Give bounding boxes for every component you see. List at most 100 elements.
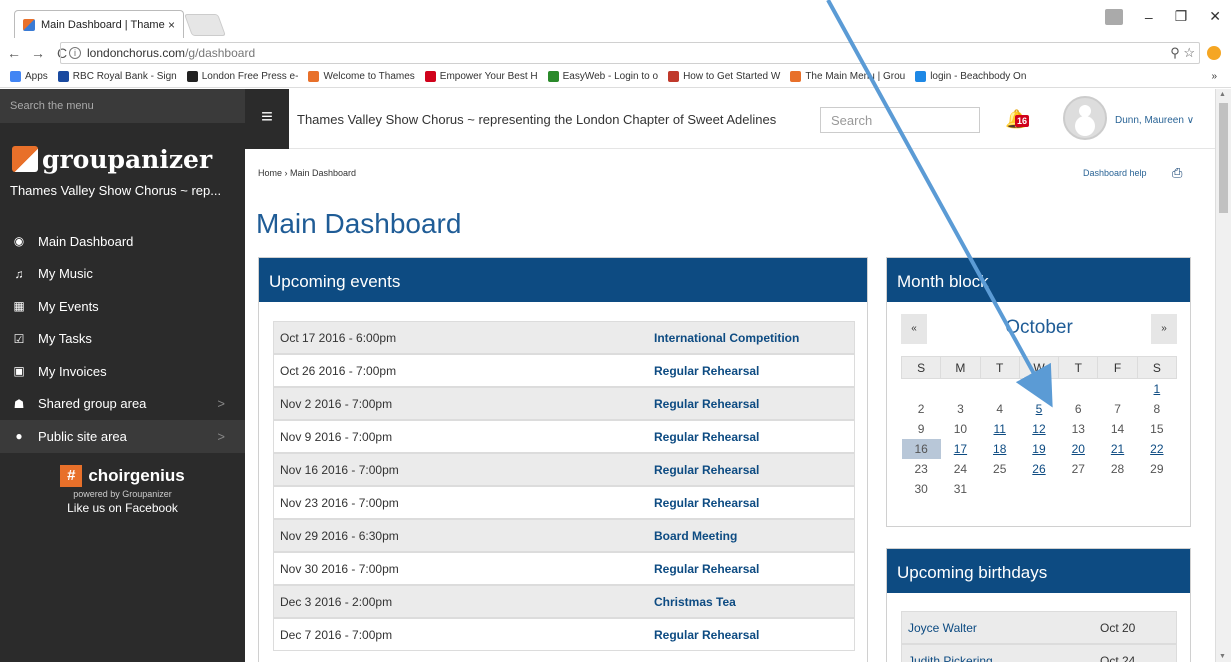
bookmark-label: Empower Your Best H [439, 71, 538, 82]
sidebar-item-my-tasks[interactable]: ☑ My Tasks [0, 323, 245, 356]
event-link[interactable]: Regular Rehearsal [654, 364, 759, 378]
sidebar-item-icon: ▣ [13, 364, 25, 379]
event-link[interactable]: Regular Rehearsal [654, 430, 759, 444]
calendar-day[interactable]: 18 [980, 439, 1019, 459]
groupanizer-favicon-icon [23, 18, 35, 31]
calendar-day: 28 [1110, 461, 1125, 476]
weekday-header: M [940, 356, 981, 379]
next-month-button[interactable]: » [1151, 314, 1177, 344]
scroll-thumb[interactable] [1219, 103, 1228, 213]
browser-tab[interactable]: Main Dashboard | Thame × [14, 10, 184, 38]
minimize-button[interactable]: – [1145, 9, 1153, 25]
calendar-day[interactable]: 19 [1019, 439, 1058, 459]
calendar-day[interactable]: 22 [1137, 439, 1176, 459]
calendar-day [1098, 479, 1137, 499]
calendar-day[interactable]: 5 [1019, 399, 1058, 419]
search-input[interactable]: Search [820, 107, 980, 133]
sidebar-item-public-site-area[interactable]: ● Public site area > [0, 420, 245, 453]
event-link[interactable]: Regular Rehearsal [654, 463, 759, 477]
info-icon[interactable]: i [69, 47, 81, 59]
event-link[interactable]: Regular Rehearsal [654, 397, 759, 411]
calendar-day: 8 [1153, 401, 1161, 416]
calendar-day[interactable]: 21 [1098, 439, 1137, 459]
event-link[interactable]: Regular Rehearsal [654, 562, 759, 576]
event-date: Nov 29 2016 - 6:30pm [280, 528, 399, 543]
prev-month-button[interactable]: « [901, 314, 927, 344]
table-row: Nov 30 2016 - 7:00pm Regular Rehearsal [273, 552, 855, 585]
bookmark-item[interactable]: RBC Royal Bank - Sign [57, 71, 177, 82]
scroll-up-icon[interactable]: ▲ [1219, 91, 1226, 98]
bookmark-favicon-icon [790, 71, 802, 82]
calendar-day[interactable]: 12 [1019, 419, 1058, 439]
calendar-day[interactable]: 26 [1019, 459, 1058, 479]
event-link[interactable]: International Competition [654, 331, 799, 345]
bookmarks-bar: Apps RBC Royal Bank - Sign London Free Pre… [0, 66, 1231, 88]
scroll-down-icon[interactable]: ▼ [1219, 653, 1226, 660]
bookmark-item[interactable]: Welcome to Thames [308, 71, 415, 82]
back-button[interactable]: ← [4, 45, 24, 61]
upcoming-events-panel: Upcoming events Oct 17 2016 - 6:00pm Inte… [258, 257, 868, 662]
birthday-name-link[interactable]: Joyce Walter [902, 621, 1100, 635]
event-date: Oct 17 2016 - 6:00pm [280, 330, 397, 345]
powered-by: powered by Groupanizer [73, 488, 172, 499]
calendar-day: 2 [917, 401, 925, 416]
calendar-day[interactable]: 1 [1137, 379, 1176, 399]
event-link[interactable]: Board Meeting [654, 529, 737, 543]
print-icon[interactable]: ⎙ [1172, 165, 1182, 181]
event-link[interactable]: Regular Rehearsal [654, 628, 759, 642]
event-link[interactable]: Christmas Tea [654, 595, 736, 609]
calendar-week: 2 3 45 6 7 8 [902, 399, 1177, 419]
bookmark-item[interactable]: Apps [10, 71, 48, 82]
tab-close-icon[interactable]: × [168, 18, 175, 32]
page-scrollbar[interactable]: ▲ ▼ [1215, 89, 1231, 662]
bookmark-label: EasyWeb - Login to o [562, 71, 659, 82]
dashboard-help-link[interactable]: Dashboard help [1083, 168, 1147, 178]
bookmark-item[interactable]: London Free Press e- [186, 71, 298, 82]
bookmark-label: Apps [25, 71, 48, 82]
menu-toggle-button[interactable]: ≡ [245, 89, 289, 149]
close-window-button[interactable]: ✕ [1209, 8, 1221, 25]
notifications-button[interactable]: 🔔 16 [1005, 109, 1030, 131]
new-tab-button[interactable] [183, 14, 227, 36]
sidebar-item-icon: ☗ [13, 396, 25, 411]
calendar-day[interactable]: 17 [941, 439, 980, 459]
maximize-button[interactable]: ❐ [1175, 8, 1188, 25]
bookmark-item[interactable]: login - Beachbody On [915, 71, 1026, 82]
calendar-week: 23 24 25 26 27 28 29 [902, 459, 1177, 479]
bookmark-favicon-icon [668, 71, 680, 82]
sidebar-item-my-events[interactable]: ▦ My Events [0, 290, 245, 323]
birthday-name-link[interactable]: Judith Pickering [902, 654, 1100, 662]
groupanizer-logo[interactable]: groupanizer [0, 123, 245, 181]
bookmarks-more-button[interactable]: » [1211, 71, 1217, 82]
sidebar-item-main-dashboard[interactable]: ◉ Main Dashboard [0, 225, 245, 258]
sidebar-search-input[interactable]: Search the menu [0, 89, 245, 123]
bookmark-item[interactable]: Empower Your Best H [424, 71, 538, 82]
event-link[interactable]: Regular Rehearsal [654, 496, 759, 510]
extension-icon[interactable] [1207, 46, 1221, 60]
bookmark-item[interactable]: EasyWeb - Login to o [547, 71, 659, 82]
breadcrumb[interactable]: Home › Main Dashboard [258, 168, 356, 178]
calendar-week: 30 31 [902, 479, 1177, 499]
url-input[interactable]: i londonchorus.com/g/dashboard [60, 42, 1200, 64]
choirgenius-logo[interactable]: # choirgenius [0, 464, 245, 487]
page-title: Main Dashboard [256, 208, 462, 239]
calendar-days: 1 2 3 4 5 6 7 8 9 10 11 12 13 14 15 16 17 18 19 20 21 22 23 24 2… [901, 379, 1177, 499]
sidebar-item-label: My Events [38, 298, 99, 314]
bookmark-item[interactable]: The Main Menu | Grou [790, 71, 905, 82]
calendar-day: 14 [1110, 421, 1125, 436]
forward-button[interactable]: → [28, 45, 48, 61]
sidebar-item-my-music[interactable]: ♫ My Music [0, 258, 245, 291]
bookmark-star-icon[interactable]: ⚲ ☆ [1170, 45, 1195, 61]
profile-icon[interactable] [1104, 8, 1123, 25]
sidebar-item-shared-group-area[interactable]: ☗ Shared group area > [0, 388, 245, 421]
table-row: Nov 29 2016 - 6:30pm Board Meeting [273, 519, 855, 552]
bookmark-item[interactable]: How to Get Started W [668, 71, 780, 82]
facebook-link[interactable]: Like us on Facebook [0, 501, 245, 515]
calendar-day: 10 [953, 421, 968, 436]
avatar[interactable] [1063, 96, 1107, 140]
sidebar-item-my-invoices[interactable]: ▣ My Invoices [0, 355, 245, 388]
user-menu[interactable]: Dunn, Maureen ∨ [1115, 115, 1194, 126]
calendar-day [1098, 379, 1137, 399]
calendar-day[interactable]: 20 [1059, 439, 1098, 459]
calendar-day[interactable]: 11 [980, 419, 1019, 439]
